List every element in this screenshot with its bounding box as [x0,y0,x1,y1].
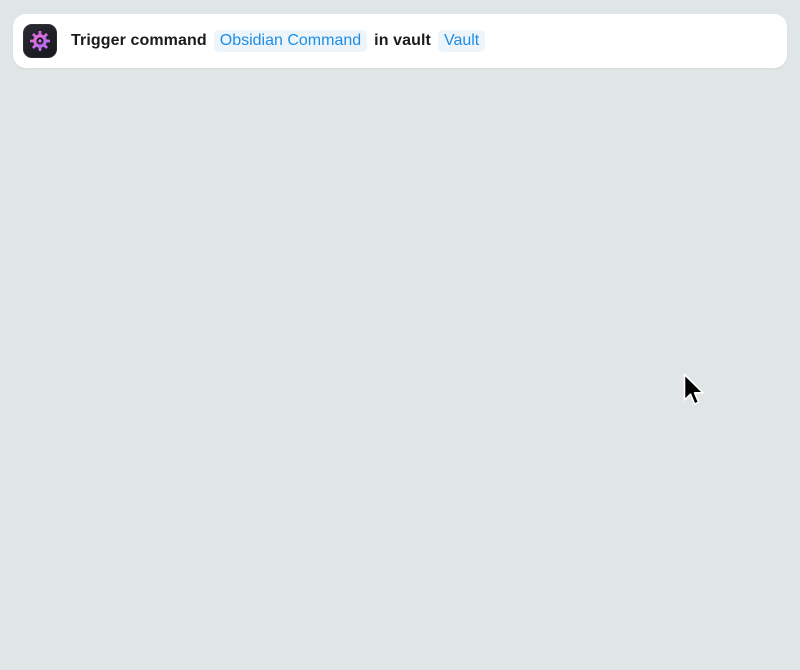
mouse-pointer-icon [683,373,704,405]
action-prefix-text: Trigger command [71,32,207,49]
action-phrase: Trigger command Obsidian Command in vaul… [71,30,486,52]
trigger-command-action[interactable]: Trigger command Obsidian Command in vaul… [13,14,787,68]
obsidian-gear-icon [23,24,57,58]
command-parameter-token[interactable]: Obsidian Command [213,30,368,52]
action-middle-text: in vault [374,32,431,49]
vault-parameter-token[interactable]: Vault [437,30,486,52]
